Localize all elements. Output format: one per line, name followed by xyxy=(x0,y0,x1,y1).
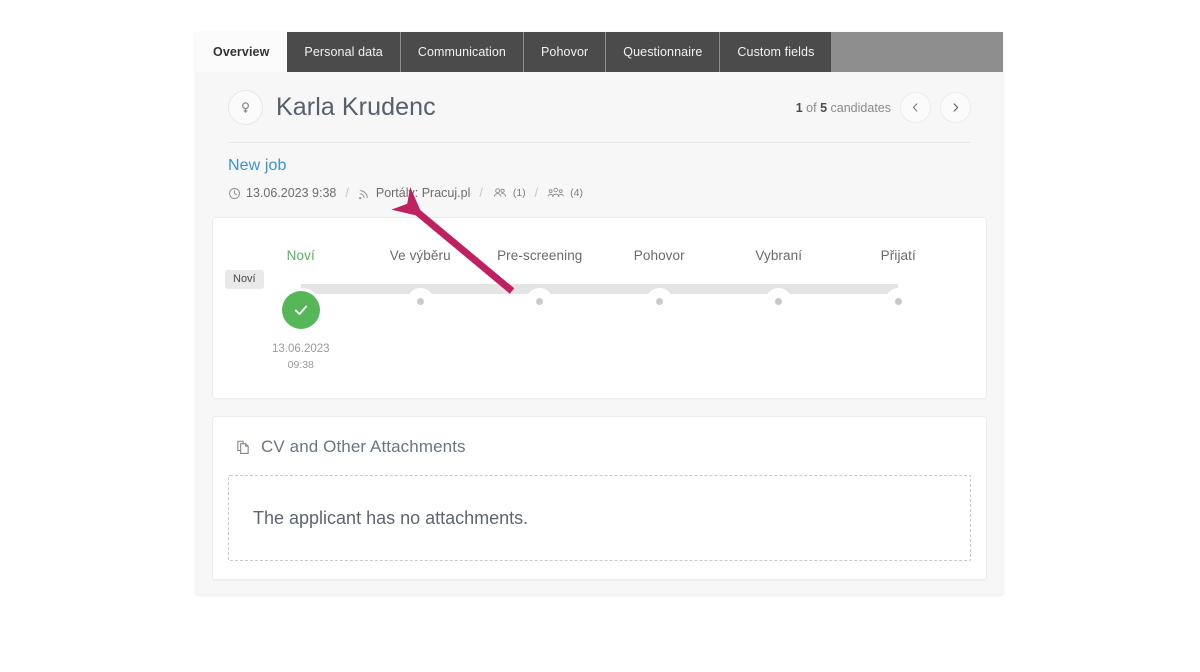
stage-date-day: 13.06.2023 xyxy=(271,343,330,355)
stage-label: Vybraní xyxy=(755,248,803,263)
content-area: Karla Krudenc 1 of 5 candidates New job … xyxy=(196,72,1003,594)
job-meta-row: 13.06.2023 9:38 / Portály: Pracuj.pl / (… xyxy=(228,186,971,200)
job-block: New job 13.06.2023 9:38 / Portály: Pracu… xyxy=(196,143,1003,200)
dot-icon xyxy=(416,298,424,305)
stage-dot-pending[interactable] xyxy=(529,291,551,312)
meta-date-text: 13.06.2023 9:38 xyxy=(246,186,337,200)
candidate-identity: Karla Krudenc xyxy=(212,90,796,125)
meta-people-group[interactable]: (4) xyxy=(547,186,583,200)
tab-label: Overview xyxy=(213,45,270,59)
pipeline-stage-prijati[interactable]: Přijatí xyxy=(839,248,959,374)
page-title: Karla Krudenc xyxy=(276,93,436,121)
meta-people[interactable]: (1) xyxy=(492,186,526,200)
candidate-header: Karla Krudenc 1 of 5 candidates xyxy=(196,72,1003,125)
meta-separator: / xyxy=(345,186,349,200)
rss-icon xyxy=(358,189,368,199)
tab-label: Personal data xyxy=(304,45,383,59)
stage-dot-done[interactable] xyxy=(281,291,320,329)
dot-icon xyxy=(536,298,544,305)
dot-icon xyxy=(655,298,663,305)
avatar xyxy=(228,90,263,125)
attachments-title: CV and Other Attachments xyxy=(261,437,466,456)
dot-icon xyxy=(894,298,902,305)
tab-label: Custom fields xyxy=(737,45,815,59)
stage-dot-pending[interactable] xyxy=(887,291,909,312)
tab-label: Questionnaire xyxy=(623,45,703,59)
stage-label: Pohovor xyxy=(633,248,685,263)
chevron-left-icon xyxy=(912,103,918,112)
pipeline: Noví Noví 13.06.2023 09:38 Ve výběru Pre… xyxy=(213,218,986,398)
tab-label: Communication xyxy=(417,45,506,59)
stage-dot-wrap xyxy=(529,291,551,312)
tab-bar-filler xyxy=(832,32,1003,72)
attachments-title-row: CV and Other Attachments xyxy=(213,417,986,457)
chevron-right-icon xyxy=(953,103,959,112)
tab-personal-data[interactable]: Personal data xyxy=(287,32,401,72)
prev-candidate-button[interactable] xyxy=(900,92,931,123)
dot-icon xyxy=(775,298,783,305)
tab-label: Pohovor xyxy=(541,45,589,59)
meta-source-text: Portály: Pracuj.pl xyxy=(375,186,471,200)
meta-applied-date: 13.06.2023 9:38 xyxy=(228,186,336,200)
stage-dot-pending[interactable] xyxy=(409,291,431,312)
pipeline-stage-row: Noví Noví 13.06.2023 09:38 Ve výběru Pre… xyxy=(225,248,959,374)
stage-date: 13.06.2023 09:38 xyxy=(272,341,330,374)
documents-icon xyxy=(237,440,249,454)
stage-dot-wrap xyxy=(887,291,909,312)
pipeline-stage-vybrani[interactable]: Vybraní xyxy=(719,248,839,374)
tab-pohovor[interactable]: Pohovor xyxy=(524,32,607,72)
counter-total: 5 xyxy=(820,100,828,115)
counter-noun: candidates xyxy=(830,100,891,115)
pipeline-stage-pohovor[interactable]: Pohovor xyxy=(600,248,720,374)
stage-tooltip: Noví xyxy=(225,270,264,289)
candidate-pager: 1 of 5 candidates xyxy=(796,92,971,123)
counter-of: of xyxy=(806,100,817,115)
meta-people-count: (1) xyxy=(512,187,526,199)
attachments-card: CV and Other Attachments The applicant h… xyxy=(212,416,987,580)
people-icon xyxy=(493,188,506,197)
stage-label: Noví xyxy=(286,248,315,263)
pipeline-card: Noví Noví 13.06.2023 09:38 Ve výběru Pre… xyxy=(212,217,987,399)
meta-separator: / xyxy=(534,186,539,200)
stage-label: Pre-screening xyxy=(497,248,583,263)
stage-dot-wrap xyxy=(281,291,320,329)
stage-dot-wrap xyxy=(768,291,790,312)
job-title-link[interactable]: New job xyxy=(228,157,971,175)
meta-source[interactable]: Portály: Pracuj.pl xyxy=(358,186,470,200)
stage-dot-pending[interactable] xyxy=(768,291,790,312)
application-panel: Overview Personal data Communication Poh… xyxy=(196,32,1003,594)
stage-label: Přijatí xyxy=(880,248,916,263)
tab-bar: Overview Personal data Communication Poh… xyxy=(196,32,1003,72)
tab-custom-fields[interactable]: Custom fields xyxy=(720,32,833,72)
candidate-counter: 1 of 5 candidates xyxy=(796,101,891,115)
stage-date-time: 09:38 xyxy=(287,359,314,372)
tab-questionnaire[interactable]: Questionnaire xyxy=(606,32,721,72)
pipeline-stage-novi[interactable]: Noví Noví 13.06.2023 09:38 xyxy=(225,248,361,374)
attachments-empty-text: The applicant has no attachments. xyxy=(253,507,529,528)
check-icon xyxy=(294,305,307,315)
counter-index: 1 xyxy=(795,100,803,115)
clock-icon xyxy=(229,187,240,199)
tab-communication[interactable]: Communication xyxy=(400,32,524,72)
meta-separator: / xyxy=(479,186,483,200)
meta-group-count: (4) xyxy=(570,187,583,199)
stage-label: Ve výběru xyxy=(389,248,451,263)
tab-overview[interactable]: Overview xyxy=(196,32,288,72)
next-candidate-button[interactable] xyxy=(940,92,971,123)
pipeline-stage-pre-screening[interactable]: Pre-screening xyxy=(480,248,600,374)
person-circle-icon xyxy=(241,102,250,113)
stage-dot-wrap xyxy=(648,291,670,312)
stage-dot-pending[interactable] xyxy=(648,291,670,312)
attachments-dropzone[interactable]: The applicant has no attachments. xyxy=(228,475,971,561)
pipeline-stage-ve-vyberu[interactable]: Ve výběru xyxy=(361,248,481,374)
stage-dot-wrap xyxy=(409,291,431,312)
people-group-icon xyxy=(547,187,565,198)
